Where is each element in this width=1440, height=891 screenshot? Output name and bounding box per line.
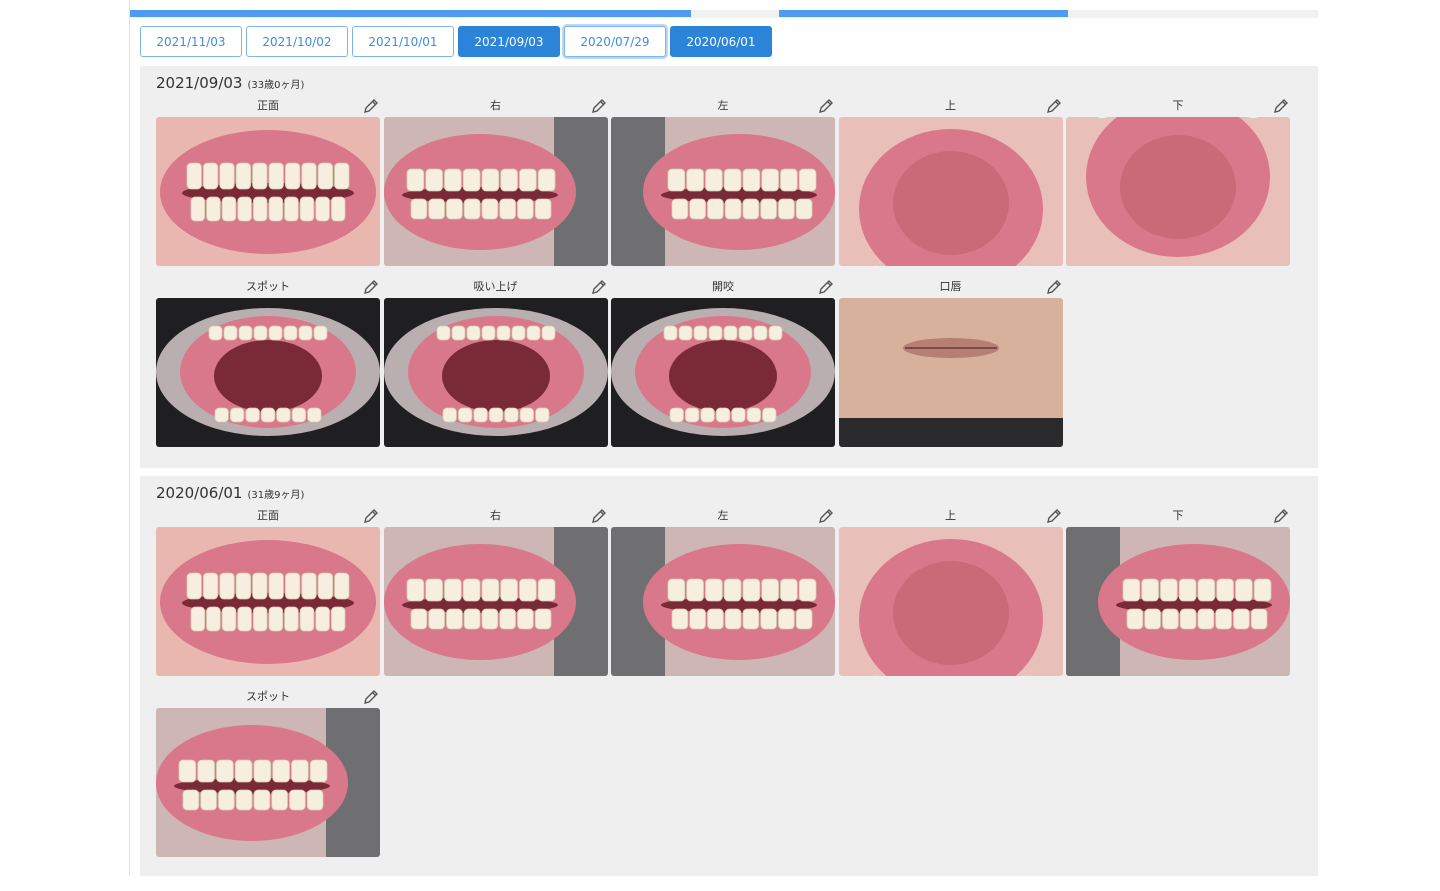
pencil-icon[interactable] bbox=[1272, 507, 1290, 525]
pencil-icon[interactable] bbox=[362, 97, 380, 115]
photo-cell: 上 bbox=[838, 97, 1063, 266]
photo-label: 左 bbox=[717, 509, 729, 522]
photo-cell: 口唇 bbox=[838, 278, 1063, 447]
photo-label: 右 bbox=[490, 99, 501, 112]
photo-cell: 右 bbox=[383, 507, 608, 676]
scroll-indicator-segment bbox=[130, 10, 691, 17]
date-tab[interactable]: 2021/10/01 bbox=[352, 26, 454, 57]
session-date: 2021/09/03 bbox=[156, 74, 243, 92]
photo-label: 下 bbox=[1172, 99, 1184, 112]
dental-photo-open-mouth[interactable] bbox=[611, 298, 835, 447]
dental-photo-right-occlusion[interactable] bbox=[383, 527, 608, 676]
photo-cell: 左 bbox=[611, 97, 835, 266]
dental-photo-upper-arch[interactable] bbox=[838, 117, 1063, 266]
pencil-icon[interactable] bbox=[362, 278, 380, 296]
dental-photo-right-occlusion[interactable] bbox=[156, 708, 380, 857]
photo-cell: 正面 bbox=[156, 97, 380, 266]
photo-label: スポット bbox=[246, 280, 290, 293]
pencil-icon[interactable] bbox=[817, 507, 835, 525]
session-title: 2020/06/01 (31歳9ヶ月) bbox=[156, 484, 304, 502]
date-tab[interactable]: 2021/09/03 bbox=[458, 26, 560, 57]
dental-photo-left-occlusion[interactable] bbox=[611, 117, 835, 266]
pencil-icon[interactable] bbox=[590, 278, 608, 296]
photo-cell: 上 bbox=[838, 507, 1063, 676]
session-section: 2020/06/01 (31歳9ヶ月) 正面 右 左 上 下 スポット bbox=[140, 476, 1318, 876]
pencil-icon[interactable] bbox=[1045, 278, 1063, 296]
pencil-icon[interactable] bbox=[1045, 507, 1063, 525]
pencil-icon[interactable] bbox=[817, 97, 835, 115]
photo-label: 下 bbox=[1172, 509, 1184, 522]
photo-cell: 開咬 bbox=[611, 278, 835, 447]
dental-photo-left-occlusion[interactable] bbox=[611, 527, 835, 676]
photo-label: 上 bbox=[945, 509, 956, 522]
photo-label: 上 bbox=[945, 99, 956, 112]
photo-label: 開咬 bbox=[712, 280, 734, 293]
scroll-indicator bbox=[130, 10, 1318, 18]
photo-cell: 吸い上げ bbox=[383, 278, 608, 447]
photo-label: 正面 bbox=[257, 99, 279, 112]
dental-photo-open-mouth[interactable] bbox=[383, 298, 608, 447]
pencil-icon[interactable] bbox=[1045, 97, 1063, 115]
pencil-icon[interactable] bbox=[590, 97, 608, 115]
session-section: 2021/09/03 (33歳0ヶ月) 正面 右 左 上 下 スポット 吸い上げ… bbox=[140, 66, 1318, 468]
date-tab[interactable]: 2021/10/02 bbox=[246, 26, 348, 57]
dental-photo-lower-arch[interactable] bbox=[1066, 117, 1290, 266]
photo-label: 左 bbox=[717, 99, 729, 112]
photo-label: 口唇 bbox=[939, 280, 962, 293]
dental-photo-left-occlusion[interactable] bbox=[1066, 527, 1290, 676]
photo-cell: 右 bbox=[383, 97, 608, 266]
pencil-icon[interactable] bbox=[1272, 97, 1290, 115]
session-date: 2020/06/01 bbox=[156, 484, 243, 502]
dental-photo-front-occlusion[interactable] bbox=[156, 117, 380, 266]
date-tab[interactable]: 2020/06/01 bbox=[670, 26, 772, 57]
photo-label: 正面 bbox=[257, 509, 279, 522]
date-tab-bar: 2021/11/03 2021/10/02 2021/10/01 2021/09/03… bbox=[140, 26, 772, 57]
pencil-icon[interactable] bbox=[817, 278, 835, 296]
dental-photo-right-occlusion[interactable] bbox=[383, 117, 608, 266]
photo-viewer: 2021/11/03 2021/10/02 2021/10/01 2021/09/03… bbox=[129, 0, 1318, 876]
pencil-icon[interactable] bbox=[362, 507, 380, 525]
dental-photo-open-mouth[interactable] bbox=[156, 298, 380, 447]
session-age: (33歳0ヶ月) bbox=[247, 80, 305, 91]
photo-cell: 正面 bbox=[156, 507, 380, 676]
session-age: (31歳9ヶ月) bbox=[247, 490, 305, 501]
dental-photo-front-occlusion[interactable] bbox=[156, 527, 380, 676]
photo-cell: スポット bbox=[156, 278, 380, 447]
session-title: 2021/09/03 (33歳0ヶ月) bbox=[156, 74, 304, 92]
pencil-icon[interactable] bbox=[362, 688, 380, 706]
pencil-icon[interactable] bbox=[590, 507, 608, 525]
photo-cell: 左 bbox=[611, 507, 835, 676]
photo-cell: スポット bbox=[156, 688, 380, 857]
photo-label: スポット bbox=[246, 690, 290, 703]
photo-label: 吸い上げ bbox=[473, 280, 518, 293]
dental-photo-lips-face[interactable] bbox=[838, 298, 1063, 447]
dental-photo-upper-arch[interactable] bbox=[838, 527, 1063, 676]
date-tab[interactable]: 2020/07/29 bbox=[564, 26, 666, 57]
scroll-indicator-segment bbox=[779, 10, 1068, 17]
photo-cell: 下 bbox=[1066, 97, 1290, 266]
photo-label: 右 bbox=[490, 509, 501, 522]
date-tab[interactable]: 2021/11/03 bbox=[140, 26, 242, 57]
photo-cell: 下 bbox=[1066, 507, 1290, 676]
